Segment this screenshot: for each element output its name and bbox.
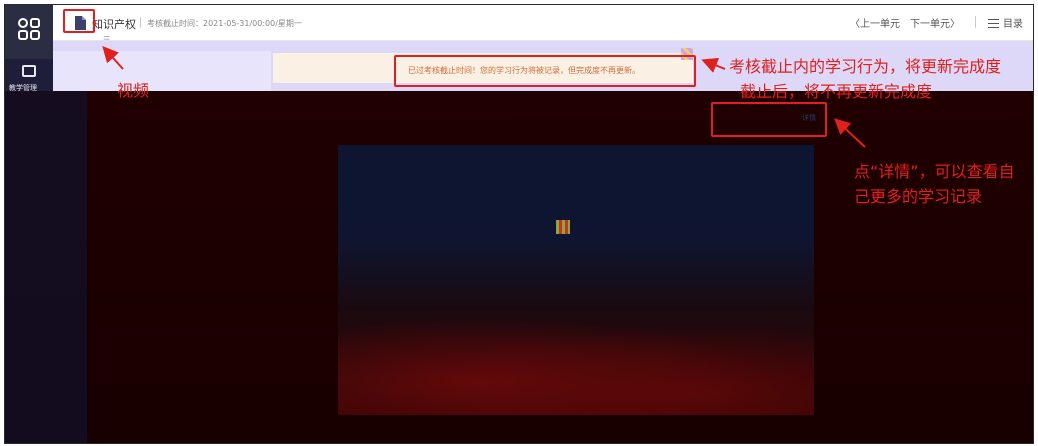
app-window: 知识产权 考核截止时间：2021-05-31/00:00/星期一 〈上一单元 下… bbox=[4, 4, 1034, 444]
annotation-deadline-line1: 考核截止内的学习行为，将更新完成度 bbox=[729, 57, 1002, 76]
annotation-details-line1: 点“详情”，可以查看自 bbox=[854, 162, 1015, 181]
annotation-deadline-line2: 截止后，将不再更新完成度 bbox=[740, 82, 933, 101]
annotation-video: 视频 bbox=[117, 81, 150, 100]
annotation-details-line2: 己更多的学习记录 bbox=[854, 187, 983, 206]
